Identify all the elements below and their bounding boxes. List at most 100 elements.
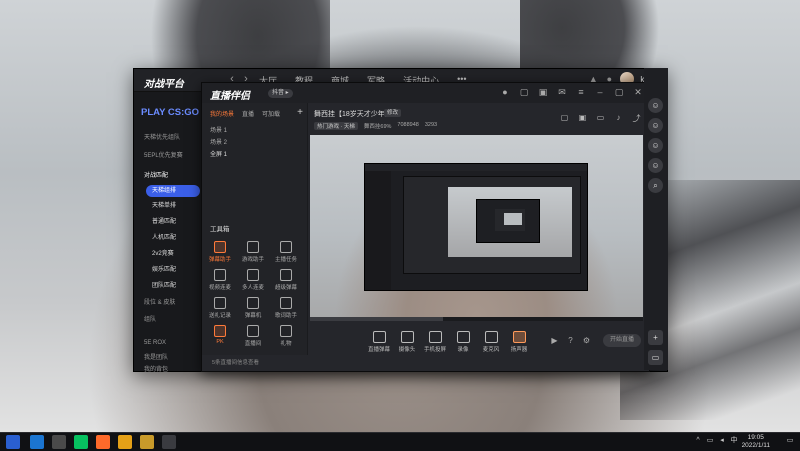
maximize-icon[interactable]: ▢	[614, 87, 624, 98]
close-icon[interactable]: ✕	[633, 87, 643, 98]
stream-preview[interactable]	[310, 135, 643, 317]
left-bottom-item[interactable]: 段位 & 皮肤	[144, 297, 175, 306]
app-icon[interactable]	[118, 435, 132, 449]
record-button[interactable]: 录像	[448, 331, 478, 353]
game-icon	[247, 241, 259, 253]
speaker-icon	[512, 331, 526, 343]
video-icon[interactable]: ▶	[550, 336, 559, 345]
share-screen-icon[interactable]: ▣	[578, 113, 587, 124]
scene-footer[interactable]: 5条直播间信息查看	[202, 355, 307, 371]
notification-center-icon[interactable]: ▭	[786, 437, 794, 445]
friend-avatar-icon[interactable]: ☺	[648, 98, 663, 113]
speaker-button[interactable]: 扬声器	[504, 331, 534, 353]
left-bottom-item[interactable]: 我的背包	[144, 364, 168, 373]
danmaku-button[interactable]: 直播弹幕	[364, 331, 394, 353]
edit-room-button[interactable]: 修改	[384, 109, 402, 117]
left-item[interactable]: 天梯优先组队	[144, 132, 180, 141]
tool-tasks[interactable]: 主播任务	[272, 241, 300, 263]
add-friend-icon[interactable]: +	[648, 330, 663, 345]
tool-game[interactable]: 游戏助手	[239, 241, 267, 263]
right-rail: ☺ ☺ ☺ ☺ ⌕ + ▭	[644, 68, 668, 370]
tool-danmaku-machine[interactable]: 弹幕机	[239, 297, 267, 319]
mode-ranked-solo[interactable]: 天梯单排	[146, 200, 200, 212]
tool-lyrics[interactable]: 歌词助手	[272, 297, 300, 319]
phone-cast-button[interactable]: 手机投屏	[420, 331, 450, 353]
tab-my-scenes[interactable]: 我的场景	[210, 109, 234, 118]
mode-ranked-team[interactable]: 天梯组排	[146, 185, 200, 197]
friend-avatar-icon[interactable]: ☺	[648, 158, 663, 173]
left-item[interactable]: 5EPL优先复赛	[144, 150, 183, 159]
scene-item-fullscreen[interactable]: 全屏 1	[210, 149, 227, 158]
tab-live[interactable]: 直播	[242, 109, 254, 118]
wechat-icon[interactable]	[74, 435, 88, 449]
left-bottom-item[interactable]: 我是团队	[144, 352, 168, 361]
clock-time: 19:05	[747, 434, 764, 441]
ime-icon[interactable]: 中	[730, 437, 738, 445]
room-icons: ▢ ▣ ▭ ♪ ⤴	[560, 113, 641, 124]
friend-avatar-icon[interactable]: ☺	[648, 118, 663, 133]
tool-gift[interactable]: 礼物	[272, 325, 300, 347]
camera-icon	[400, 331, 414, 343]
add-scene-icon[interactable]: +	[297, 107, 303, 118]
start-live-button[interactable]: 开始直播	[603, 334, 641, 347]
capture-bar	[365, 164, 587, 171]
platform-badge[interactable]: 抖音 ▸	[268, 89, 293, 98]
left-bottom-item[interactable]: 组队	[144, 314, 156, 323]
minimize-icon[interactable]: –	[595, 87, 605, 98]
tool-pk[interactable]: PK	[206, 325, 234, 345]
gift-icon[interactable]: ▢	[519, 87, 529, 98]
share-icon[interactable]: ⤴	[632, 113, 641, 124]
scene-panel: 我的场景 直播 可加载 + 场景 1 场景 2 全屏 1 工具箱 弹幕助手 游戏…	[202, 103, 308, 355]
bottom-toolbar: 直播弹幕 摄像头 手机投屏 录像 麦克风 扬声器 ▶ ? ⚙ 开始直播	[308, 331, 649, 361]
mode-bots[interactable]: 人机匹配	[146, 232, 200, 244]
room-category[interactable]: 热门游戏 · 天梯	[314, 122, 358, 130]
microphone-button[interactable]: 麦克风	[476, 331, 506, 353]
volume-icon[interactable]: ◂	[718, 437, 726, 445]
app-icon[interactable]	[96, 435, 110, 449]
tool-gift-log[interactable]: 送礼记录	[206, 297, 234, 319]
left-item-match[interactable]: 对战匹配	[144, 170, 168, 179]
mode-team[interactable]: 团队匹配	[146, 280, 200, 292]
room-meta: 热门游戏 · 天梯 舞西挂69% 7088948 3293	[314, 122, 437, 130]
mode-normal[interactable]: 普通匹配	[146, 216, 200, 228]
windows-start-icon[interactable]	[6, 435, 20, 449]
search-icon[interactable]: ⌕	[648, 178, 663, 193]
room-stat: 3293	[424, 122, 438, 128]
tool-super-danmaku[interactable]: 超级弹幕	[272, 269, 300, 291]
network-icon[interactable]: ▭	[706, 437, 714, 445]
chat-icon[interactable]: ▭	[648, 350, 663, 365]
clock[interactable]: 19:05 2022/1/11	[742, 434, 770, 450]
scene-item[interactable]: 场景 2	[210, 137, 227, 146]
left-bottom-item[interactable]: 5E ROX	[144, 340, 166, 346]
tool-room[interactable]: 直播间	[239, 325, 267, 347]
bell-icon[interactable]: ♪	[614, 113, 623, 124]
scene-item[interactable]: 场景 1	[210, 125, 227, 134]
settings-icon[interactable]: ⚙	[582, 336, 591, 345]
camera-button[interactable]: 摄像头	[392, 331, 422, 353]
chat-icon[interactable]: ▭	[596, 113, 605, 124]
clock-date: 2022/1/11	[741, 442, 770, 449]
profile-icon[interactable]: ●	[500, 87, 510, 98]
friend-avatar-icon[interactable]: ☺	[648, 138, 663, 153]
lyrics-icon	[280, 297, 292, 309]
capture-window	[403, 176, 581, 274]
tab-loadable[interactable]: 可加载	[262, 109, 280, 118]
tray-arrow-icon[interactable]: ^	[694, 437, 702, 445]
app-icon[interactable]	[140, 435, 154, 449]
tool-video-link[interactable]: 视频连麦	[206, 269, 234, 291]
message-icon[interactable]: ✉	[557, 87, 567, 98]
steam-icon[interactable]	[30, 435, 44, 449]
microphone-icon	[484, 331, 498, 343]
window-icon[interactable]: ▢	[560, 113, 569, 124]
settings-icon[interactable]: ≡	[576, 87, 586, 98]
tool-multi-link[interactable]: 多人连麦	[239, 269, 267, 291]
video-link-icon	[214, 269, 226, 281]
room-title: 舞西挂【18岁天才少年】	[314, 111, 392, 118]
layout-icon[interactable]: ▣	[538, 87, 548, 98]
app-icon[interactable]	[162, 435, 176, 449]
help-icon[interactable]: ?	[566, 336, 575, 345]
mode-2v2[interactable]: 2v2竞赛	[146, 248, 200, 260]
tool-danmaku[interactable]: 弹幕助手	[206, 241, 234, 263]
mode-fun[interactable]: 娱乐匹配	[146, 264, 200, 276]
app-icon[interactable]	[52, 435, 66, 449]
